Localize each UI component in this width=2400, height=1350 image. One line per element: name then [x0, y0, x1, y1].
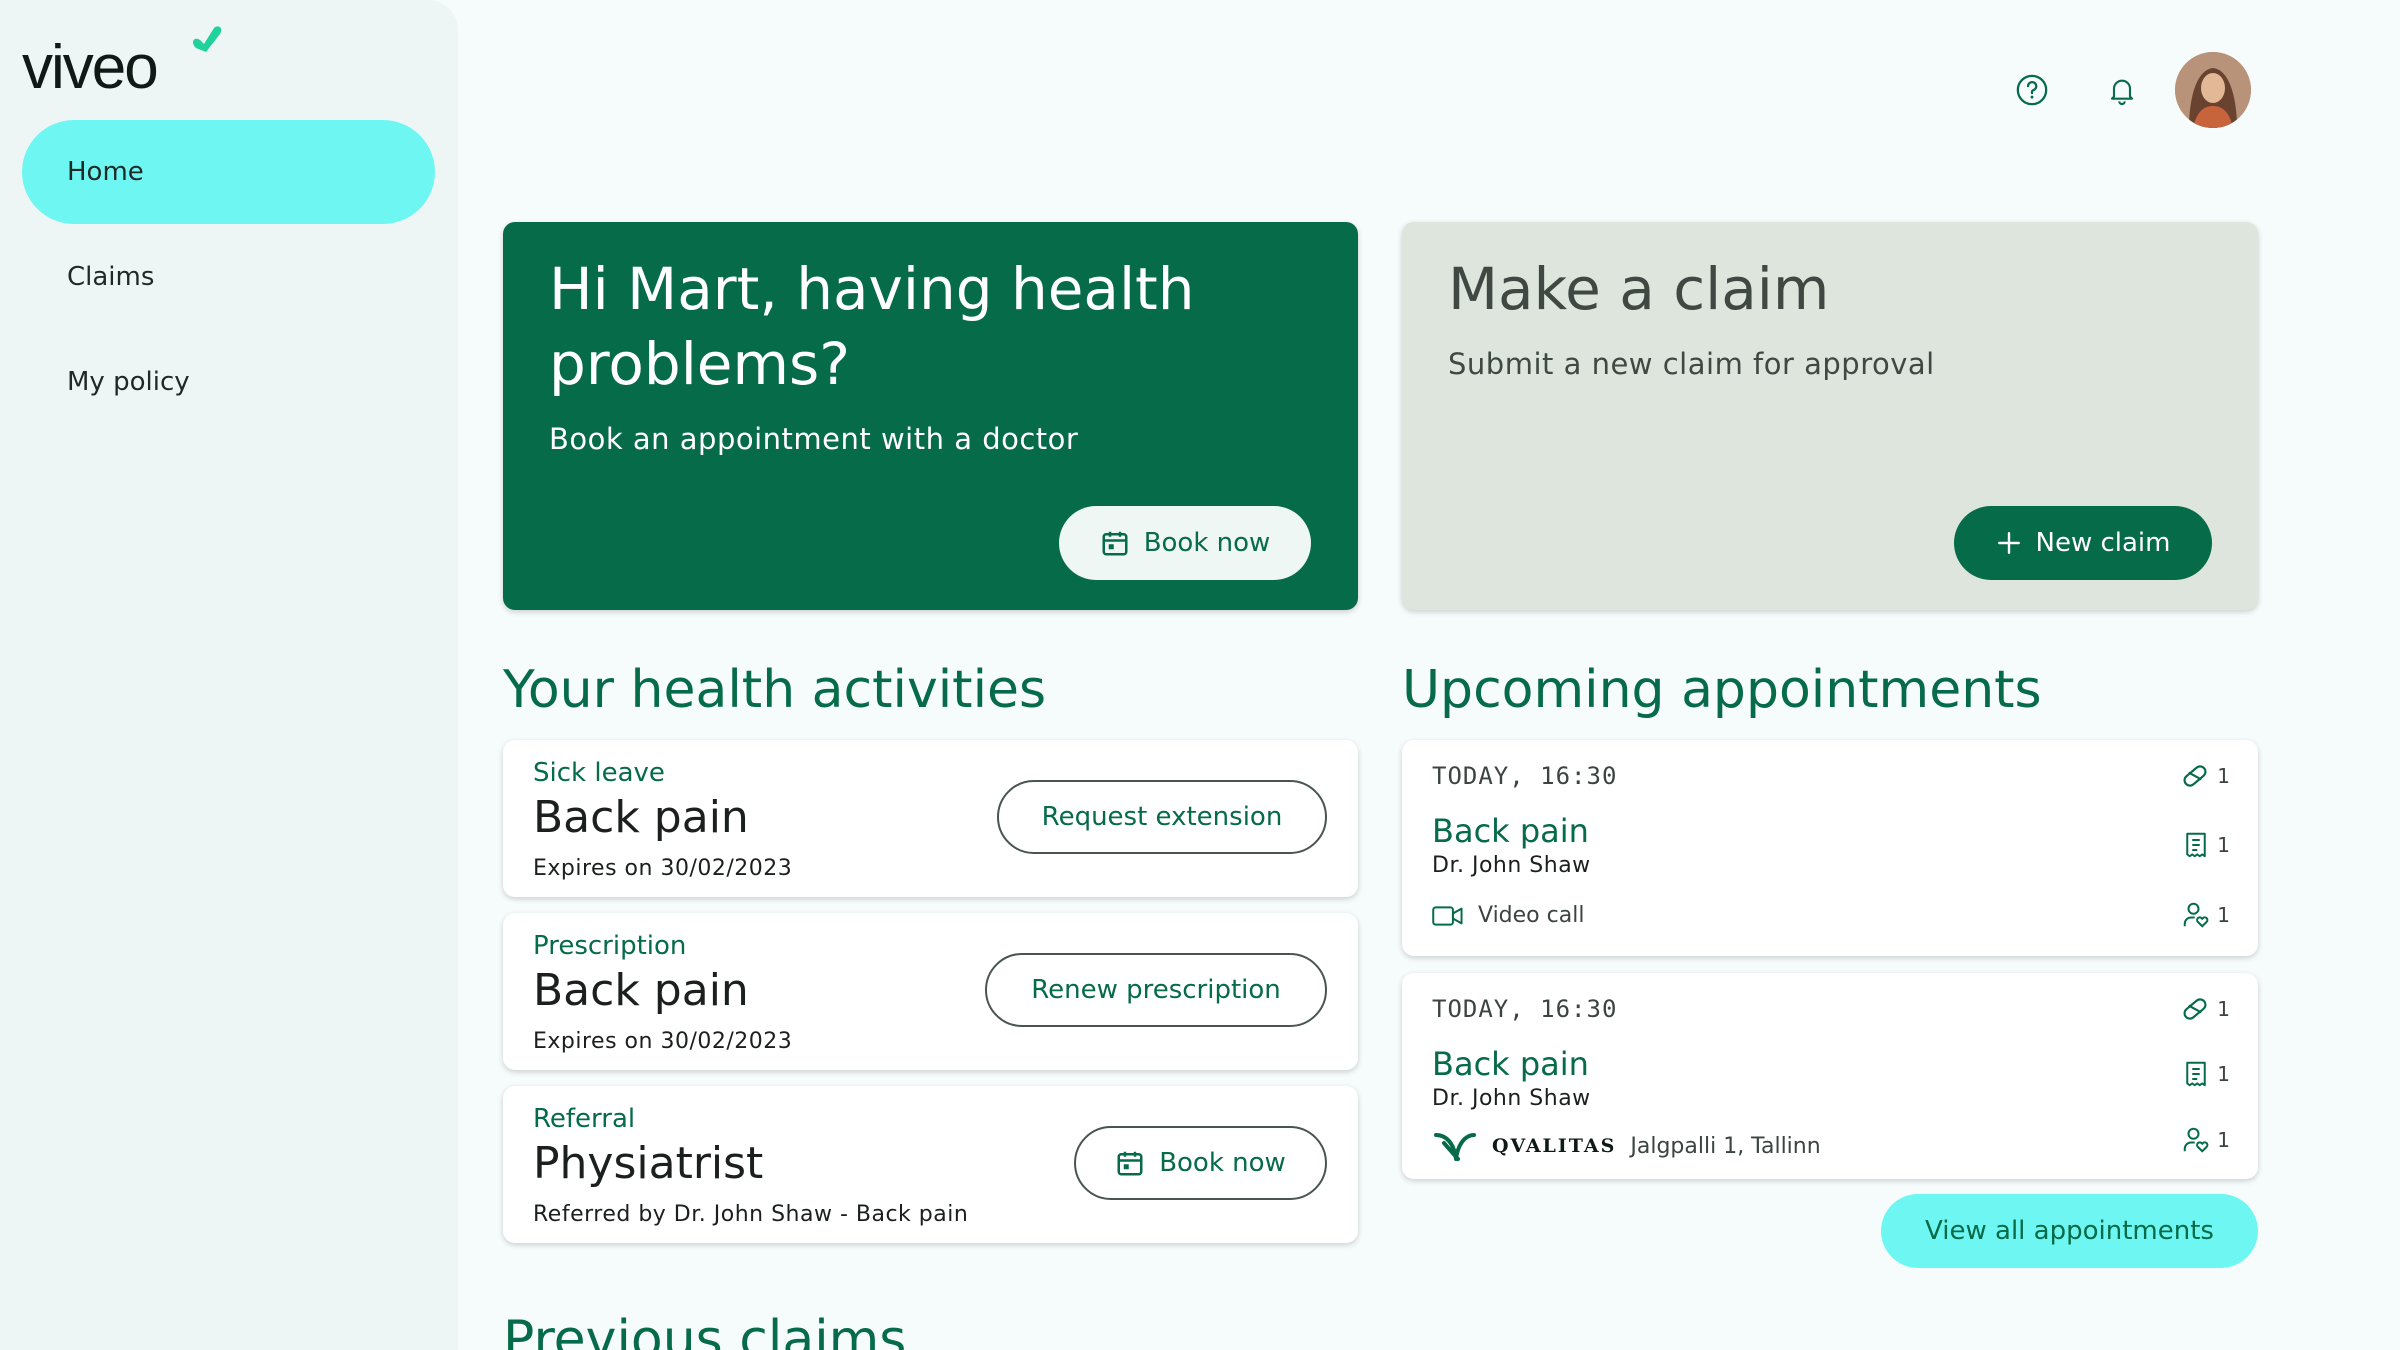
pill-counter: 1	[2179, 993, 2230, 1025]
request-extension-button[interactable]: Request extension	[997, 780, 1327, 854]
appointment-time: TODAY, 16:30	[1432, 995, 1618, 1023]
renew-prescription-button[interactable]: Renew prescription	[985, 953, 1327, 1027]
sidebar-item-label: Home	[67, 157, 144, 187]
receipt-icon	[2186, 832, 2207, 858]
appointment-card-video[interactable]: TODAY, 16:30 Back pain Dr. John Shaw Vid…	[1402, 740, 2258, 956]
new-claim-label: New claim	[2035, 528, 2171, 558]
appointment-location-label: Jalgpalli 1, Tallinn	[1630, 1133, 1821, 1159]
activity-detail: Referred by Dr. John Shaw - Back pain	[533, 1202, 969, 1227]
health-activities-title: Your health activities	[503, 660, 1047, 720]
claim-subtitle: Submit a new claim for approval	[1448, 347, 1935, 381]
calendar-icon	[1102, 531, 1128, 556]
appointment-location-label: Video call	[1478, 903, 1585, 928]
pill-count: 1	[2217, 997, 2230, 1021]
appointment-location: QVALITAS Jalgpalli 1, Tallinn	[1432, 1129, 1821, 1163]
greeting-subtitle: Book an appointment with a doctor	[549, 422, 1079, 456]
user-heart-icon	[2184, 902, 2209, 928]
notifications-button[interactable]	[2092, 60, 2152, 120]
renew-prescription-label: Renew prescription	[1031, 975, 1281, 1005]
activity-type: Sick leave	[533, 758, 665, 788]
sidebar-item-claims[interactable]: Claims	[22, 225, 435, 329]
help-circle-icon	[2016, 74, 2048, 106]
user-avatar[interactable]	[2175, 52, 2251, 128]
pill-icon	[2183, 765, 2207, 787]
upcoming-appointments-title: Upcoming appointments	[1402, 660, 2042, 720]
sidebar-item-my-policy[interactable]: My policy	[22, 330, 435, 434]
user-heart-icon	[2184, 1127, 2209, 1153]
referral-book-now-button[interactable]: Book now	[1074, 1126, 1327, 1200]
referral-count: 1	[2217, 903, 2230, 927]
svg-text:viveo: viveo	[22, 33, 157, 98]
qvalitas-logo-icon	[1434, 1133, 1476, 1161]
provider-name: QVALITAS	[1492, 1135, 1617, 1157]
bell-icon	[2110, 79, 2134, 105]
activity-title: Back pain	[533, 965, 749, 1016]
document-counter: 1	[2181, 830, 2230, 860]
book-now-label: Book now	[1159, 1148, 1286, 1178]
plus-icon	[1997, 532, 2020, 554]
book-appointment-card: Hi Mart, having health problems? Book an…	[503, 222, 1358, 610]
activity-title: Physiatrist	[533, 1138, 764, 1189]
document-counter: 1	[2181, 1059, 2230, 1089]
sidebar-item-label: Claims	[67, 262, 155, 292]
calendar-icon	[1117, 1151, 1143, 1176]
greeting-title: Hi Mart, having health problems?	[549, 255, 1195, 398]
appointment-title: Back pain	[1432, 812, 1589, 850]
request-extension-label: Request extension	[1041, 802, 1283, 832]
referral-count: 1	[2217, 1128, 2230, 1152]
appointment-title: Back pain	[1432, 1045, 1589, 1083]
view-all-appointments-button[interactable]: View all appointments	[1881, 1194, 2258, 1268]
sidebar-item-home[interactable]: Home	[22, 120, 435, 224]
document-count: 1	[2217, 833, 2230, 857]
video-camera-icon	[1432, 905, 1463, 926]
pill-icon	[2183, 998, 2207, 1020]
pill-counter: 1	[2179, 760, 2230, 792]
book-now-label: Book now	[1143, 528, 1271, 558]
appointment-time: TODAY, 16:30	[1432, 762, 1618, 790]
appointment-doctor: Dr. John Shaw	[1432, 853, 1591, 878]
appointment-card-clinic[interactable]: TODAY, 16:30 Back pain Dr. John Shaw QVA…	[1402, 973, 2258, 1179]
sidebar-item-label: My policy	[67, 367, 190, 397]
document-count: 1	[2217, 1062, 2230, 1086]
activity-title: Back pain	[533, 792, 749, 843]
viveo-logo[interactable]: viveo	[22, 18, 232, 98]
appointment-location: Video call	[1432, 903, 1584, 928]
view-all-label: View all appointments	[1925, 1216, 2214, 1246]
activity-type: Prescription	[533, 931, 687, 961]
sidebar: viveo Home Claims My policy	[0, 0, 458, 1350]
activity-card-prescription: Prescription Back pain Expires on 30/02/…	[503, 913, 1358, 1070]
activity-type: Referral	[533, 1104, 636, 1134]
appointment-doctor: Dr. John Shaw	[1432, 1086, 1591, 1111]
activity-card-referral: Referral Physiatrist Referred by Dr. Joh…	[503, 1086, 1358, 1243]
referral-counter: 1	[2181, 900, 2230, 930]
activity-card-sick-leave: Sick leave Back pain Expires on 30/02/20…	[503, 740, 1358, 897]
receipt-icon	[2186, 1061, 2207, 1087]
activity-detail: Expires on 30/02/2023	[533, 856, 793, 881]
book-now-button[interactable]: Book now	[1059, 506, 1311, 580]
make-claim-card: Make a claim Submit a new claim for appr…	[1402, 222, 2258, 610]
new-claim-button[interactable]: New claim	[1954, 506, 2212, 580]
activity-detail: Expires on 30/02/2023	[533, 1029, 793, 1054]
help-button[interactable]	[2002, 60, 2062, 120]
avatar-portrait	[2175, 52, 2251, 128]
previous-claims-title: Previous claims	[503, 1310, 907, 1350]
claim-title: Make a claim	[1448, 255, 1830, 323]
referral-counter: 1	[2181, 1125, 2230, 1155]
pill-count: 1	[2217, 764, 2230, 788]
